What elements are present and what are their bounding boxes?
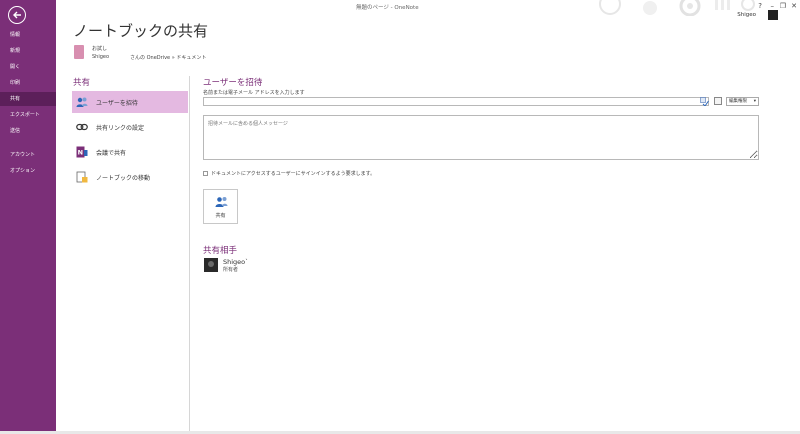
chevron-down-icon: ▾	[753, 99, 756, 104]
share-option-meeting[interactable]: N 会議で共有	[72, 141, 188, 163]
nav-item-send[interactable]: 送信	[0, 124, 56, 138]
check-names-icon[interactable]	[700, 97, 709, 106]
notebook-icon	[74, 45, 84, 59]
shared-with-heading: 共有相手	[203, 246, 238, 256]
invite-people-icon	[76, 97, 88, 107]
minimize-icon[interactable]: –	[771, 2, 775, 10]
name-email-input[interactable]	[203, 97, 709, 106]
nav-item-account[interactable]: アカウント	[0, 148, 56, 162]
notebook-owner: Shigeo	[92, 54, 110, 60]
signed-in-user-name[interactable]: Shigeo	[737, 12, 756, 18]
share-button-label: 共有	[215, 213, 226, 219]
title-bar: 無題のページ - OneNote ? – ❐ ✕ Shigeo	[56, 0, 800, 20]
invite-heading: ユーザーを招待	[203, 78, 263, 88]
share-option-label: 会議で共有	[96, 150, 127, 157]
move-notebook-icon	[76, 171, 88, 183]
shared-person-role: 所有者	[223, 267, 239, 273]
share-section-heading: 共有	[73, 78, 91, 88]
avatar	[204, 258, 218, 272]
notebook-name: お試し	[92, 46, 108, 52]
background-decoration-icon	[599, 0, 755, 16]
column-divider	[189, 76, 190, 431]
page-title: ノートブックの共有	[73, 22, 209, 40]
share-option-label: ユーザーを招待	[96, 100, 138, 107]
notebook-location: さんの OneDrive » ドキュメント	[130, 55, 207, 61]
name-field-label: 名前または電子メール アドレスを入力します	[203, 90, 305, 96]
permission-select[interactable]: 編集権限 ▾	[726, 97, 759, 106]
permission-select-value: 編集権限	[729, 99, 747, 104]
share-option-label: ノートブックの移動	[96, 175, 151, 182]
share-option-move-notebook[interactable]: ノートブックの移動	[72, 166, 188, 188]
address-book-icon[interactable]	[714, 97, 722, 105]
onenote-meeting-icon: N	[76, 146, 88, 158]
share-option-label: 共有リンクの設定	[96, 125, 145, 132]
nav-item-open[interactable]: 開く	[0, 60, 56, 74]
require-signin-label: ドキュメントにアクセスするユーザーにサインインするよう要求します。	[211, 171, 376, 177]
nav-item-print[interactable]: 印刷	[0, 76, 56, 90]
nav-item-export[interactable]: エクスポート	[0, 108, 56, 122]
close-icon[interactable]: ✕	[791, 2, 797, 10]
nav-item-new[interactable]: 新規	[0, 44, 56, 58]
help-icon[interactable]: ?	[758, 2, 762, 10]
restore-icon[interactable]: ❐	[780, 2, 786, 10]
back-arrow-icon[interactable]	[8, 6, 26, 24]
require-signin-checkbox[interactable]	[203, 171, 208, 176]
nav-item-info[interactable]: 情報	[0, 28, 56, 42]
link-icon	[76, 123, 88, 131]
nav-item-share[interactable]: 共有	[0, 92, 56, 106]
personal-message-textarea[interactable]	[203, 115, 759, 160]
user-avatar[interactable]	[768, 10, 778, 20]
shared-person-name[interactable]: Shigeo`	[223, 258, 248, 266]
share-people-icon	[215, 197, 228, 207]
share-button[interactable]: 共有	[203, 189, 238, 224]
svg-text:N: N	[78, 149, 83, 157]
backstage-nav: 情報 新規 開く 印刷 共有 エクスポート 送信 アカウント オプション	[0, 0, 56, 434]
nav-item-options[interactable]: オプション	[0, 164, 56, 178]
share-option-link[interactable]: 共有リンクの設定	[72, 116, 188, 138]
share-option-invite[interactable]: ユーザーを招待	[72, 91, 188, 113]
window-title: 無題のページ - OneNote	[356, 5, 419, 11]
